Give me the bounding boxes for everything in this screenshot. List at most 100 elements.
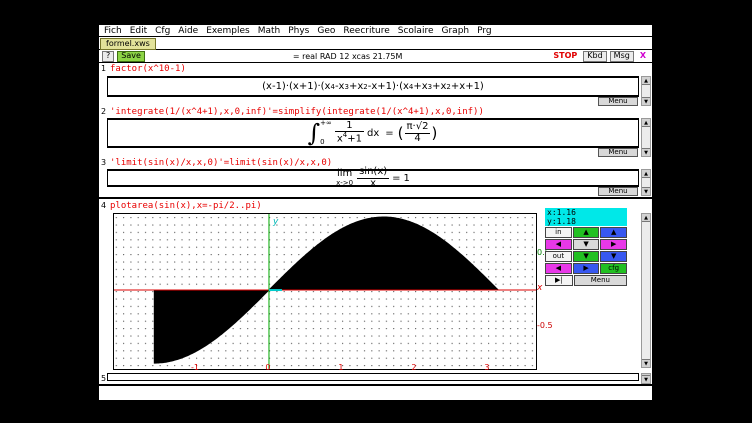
differential: dx [367, 128, 379, 139]
commandline-1[interactable]: factor(x^10-1) [110, 64, 637, 74]
scroll-up-icon[interactable]: ▲ [642, 214, 650, 222]
level-number-1[interactable]: 1 [101, 64, 109, 73]
menu-scolaire[interactable]: Scolaire [398, 26, 434, 36]
scrollbar-3[interactable]: ▲ ▼ [641, 169, 651, 196]
limit-subscript: x->0 [336, 180, 353, 187]
x-tick-label: -1 [191, 363, 199, 372]
menu-graph[interactable]: Graph [442, 26, 470, 36]
answer-menu-button-1[interactable]: Menu [598, 97, 638, 106]
plot-frame[interactable]: y [113, 213, 537, 370]
integrand-denominator: x4+1 [335, 132, 364, 145]
pan-right-button[interactable]: ▶ [600, 239, 627, 250]
level-number-3[interactable]: 3 [101, 158, 109, 167]
center-view-button[interactable]: ▼ [573, 239, 600, 250]
menu-geo[interactable]: Geo [317, 26, 335, 36]
scroll-up-icon[interactable]: ▲ [642, 119, 650, 127]
right-paren: ) [431, 124, 437, 142]
x-tick-label: 3 [484, 363, 489, 372]
x-tick-label: 2 [411, 363, 416, 372]
level-number-5[interactable]: 5 [101, 374, 109, 383]
scroll-down-icon[interactable]: ▼ [642, 97, 650, 105]
tab-formel-xws[interactable]: formel.xws [100, 38, 156, 50]
scroll-down-icon[interactable]: ▼ [642, 187, 650, 195]
help-button[interactable]: ? [102, 51, 114, 62]
tilt-up-button[interactable]: ▲ [600, 227, 627, 238]
scrollbar-4[interactable]: ▲ ▼ [641, 213, 651, 368]
result-expression-1: (x-1)·(x+1)·(x4-x3+x2-x+1)·(x4+x3+x2+x+1… [262, 81, 484, 92]
tilt-down-button[interactable]: ▼ [600, 251, 627, 262]
close-button[interactable]: X [637, 52, 649, 61]
level-number-2[interactable]: 2 [101, 107, 109, 116]
lim-word: lim [337, 169, 352, 179]
keyboard-button[interactable]: Kbd [583, 51, 606, 62]
answer-box-3: lim x->0 sin(x) x = 1 [107, 169, 639, 187]
x-tick-label: 1 [338, 363, 343, 372]
x-tick-label: 0 [265, 363, 270, 372]
limit-fraction: sin(x) x [357, 167, 389, 189]
scrollbar-1[interactable]: ▲ ▼ [641, 76, 651, 106]
menu-phys[interactable]: Phys [288, 26, 309, 36]
pan-down-button[interactable]: ▼ [573, 251, 600, 262]
commandline-2[interactable]: 'integrate(1/(x^4+1),x,0,inf)'=simplify(… [110, 107, 637, 117]
entry-row-2: 2 'integrate(1/(x^4+1),x,0,inf)'=simplif… [99, 106, 651, 118]
entry-row-1: 1 factor(x^10-1) [99, 63, 651, 75]
menu-reecriture[interactable]: Reecriture [343, 26, 389, 36]
zoom-out-button[interactable]: out [545, 251, 572, 262]
answer-box-1: (x-1)·(x+1)·(x4-x3+x2-x+1)·(x4+x3+x2+x+1… [107, 76, 639, 97]
scroll-down-icon[interactable]: ▼ [642, 359, 650, 367]
scroll-up-icon[interactable]: ▲ [642, 77, 650, 85]
integral-limits: +∞ 0 [320, 120, 332, 146]
menu-prg[interactable]: Prg [477, 26, 492, 36]
menu-exemples[interactable]: Exemples [206, 26, 249, 36]
integrand-numerator: 1 [335, 121, 364, 133]
menu-edit[interactable]: Edit [130, 26, 147, 36]
y-tick-label: -0.5 [537, 321, 553, 330]
x-axis-name: x [537, 283, 542, 293]
toolbar: ? Save = real RAD 12 xcas 21.75M STOP Kb… [99, 51, 652, 63]
menu-aide[interactable]: Aide [178, 26, 198, 36]
animate-button[interactable]: ▶| [545, 275, 573, 286]
rotate-right-button[interactable]: ▶ [573, 263, 600, 274]
result-fraction: π·√2 4 [405, 122, 431, 144]
session-end-line [99, 384, 652, 386]
pan-up-button[interactable]: ▲ [573, 227, 600, 238]
result-expression-3: lim x->0 sin(x) x = 1 [336, 167, 410, 189]
menubar: Fich Edit Cfg Aide Exemples Math Phys Ge… [99, 25, 652, 37]
integral-upper-bound: +∞ [320, 120, 332, 127]
pan-left-button[interactable]: ◀ [545, 239, 572, 250]
left-paren: ( [398, 124, 404, 142]
limit-numerator: sin(x) [357, 167, 389, 179]
scrollbar-2[interactable]: ▲ ▼ [641, 118, 651, 157]
answer-menu-button-2[interactable]: Menu [598, 148, 638, 157]
level-number-4[interactable]: 4 [101, 201, 109, 210]
menu-fich[interactable]: Fich [104, 26, 122, 36]
screen-background: Fich Edit Cfg Aide Exemples Math Phys Ge… [0, 0, 752, 423]
cas-status-button[interactable]: = real RAD 12 xcas 21.75M [148, 52, 547, 61]
equals-sign: = [392, 173, 400, 184]
scroll-up-icon[interactable]: ▲ [642, 170, 650, 178]
messages-button[interactable]: Msg [610, 51, 634, 62]
limit-operator: lim x->0 [336, 169, 353, 187]
scroll-down-icon[interactable]: ▼ [642, 148, 650, 156]
integrand-fraction: 1 x4+1 [335, 121, 364, 145]
integral-sign: ∫ [308, 122, 321, 144]
zoom-in-button[interactable]: in [545, 227, 572, 238]
stop-button[interactable]: STOP [550, 52, 580, 61]
menu-cfg[interactable]: Cfg [155, 26, 170, 36]
graph-control-panel: x:1.16 y:1.18 in ▲ ▲ ◀ ▼ ▶ out ▼ ▼ ◀ ▶ c… [545, 208, 627, 286]
section-divider [99, 197, 652, 199]
xcas-window: Fich Edit Cfg Aide Exemples Math Phys Ge… [99, 25, 652, 400]
save-button[interactable]: Save [117, 51, 145, 62]
result-numerator: π·√2 [405, 122, 431, 134]
menu-math[interactable]: Math [258, 26, 281, 36]
answer-box-2: ∫ +∞ 0 1 x4+1 dx = ( π·√2 4 ) [107, 118, 639, 148]
equals-sign: = [385, 128, 393, 139]
integral-lower-bound: 0 [320, 139, 332, 146]
limit-denominator: x [357, 179, 389, 190]
y-axis-label: y [272, 217, 279, 227]
answer-menu-button-3[interactable]: Menu [598, 187, 638, 196]
config-button[interactable]: cfg [600, 263, 627, 274]
tab-bar: formel.xws [99, 38, 652, 50]
rotate-left-button[interactable]: ◀ [545, 263, 572, 274]
graph-menu-button[interactable]: Menu [574, 275, 627, 286]
